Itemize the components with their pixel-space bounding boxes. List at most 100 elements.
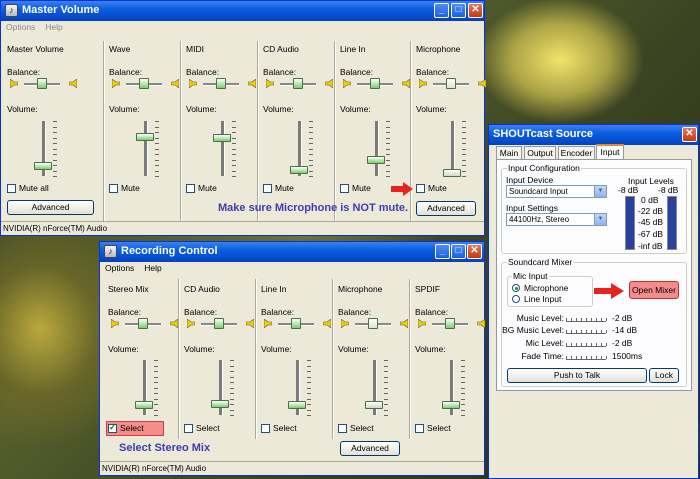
radio-line-input[interactable] [512,295,520,303]
balance-slider-master-volume[interactable] [37,78,47,89]
volume-slider-microphone[interactable] [443,169,461,177]
volume-label: Volume: [108,344,139,354]
volume-slider-line-in[interactable] [367,156,385,164]
tab-output[interactable]: Output [524,146,556,159]
speaker-right-icon [171,79,179,88]
mixer-row-slider[interactable] [566,326,607,334]
speaker-right-icon [248,79,256,88]
volume-label: Volume: [7,104,38,114]
volume-ticks [309,121,313,177]
volume-slider-midi[interactable] [213,134,231,142]
chevron-down-icon[interactable]: ▼ [594,186,606,197]
volume-slider-line-in[interactable] [288,401,306,409]
chevron-down-icon[interactable]: ▼ [594,214,606,225]
shoutcast-title-bar[interactable]: SHOUTcast Source ✕ [489,125,698,145]
column-title-microphone: Microphone [338,284,383,294]
volume-slider-wave[interactable] [136,133,154,141]
master-menubar: Options Help [1,21,484,35]
balance-label: Balance: [186,67,220,77]
close-button[interactable]: ✕ [467,244,482,259]
maximize-button[interactable]: □ [451,244,466,259]
select-checkbox-microphone[interactable] [338,424,347,433]
open-mixer-button[interactable]: Open Mixer [629,281,679,299]
mixer-row-slider[interactable] [566,314,607,322]
push-to-talk-button[interactable]: Push to Talk [507,368,647,383]
select-checkbox-spdif[interactable] [415,424,424,433]
mixer-row-slider[interactable] [566,352,607,360]
minimize-button[interactable]: _ [434,3,449,18]
speaker-right-icon [478,79,486,88]
master-title-bar[interactable]: ♪ Master Volume _ □ ✕ [1,1,484,21]
speaker-left-icon [112,79,120,88]
mute-checkbox-wave[interactable] [109,184,118,193]
balance-slider-spdif[interactable] [445,318,455,329]
scale-infdb: -inf dB [638,241,663,251]
select-checkbox-cd-audio[interactable] [184,424,193,433]
balance-label: Balance: [416,67,450,77]
recording-title-bar[interactable]: ♪ Recording Control _ □ ✕ [100,242,484,262]
microphone-advanced-button[interactable]: Advanced [416,201,476,216]
balance-slider-line-in[interactable] [370,78,380,89]
recording-advanced-button[interactable]: Advanced [340,441,400,456]
speaker-left-icon [10,79,18,88]
mute-annotation: Make sure Microphone is NOT mute. [218,202,409,214]
menu-options[interactable]: Options [100,262,139,273]
balance-slider-stereo-mix[interactable] [138,318,148,329]
tab-main[interactable]: Main [496,146,522,159]
mute-checkbox-line-in[interactable] [340,184,349,193]
balance-slider-cd-audio[interactable] [293,78,303,89]
volume-slider-master-volume[interactable] [34,162,52,170]
mute-checkbox-master-volume[interactable] [7,184,16,193]
menu-help[interactable]: Help [40,21,67,32]
volume-label: Volume: [186,104,217,114]
close-button[interactable]: ✕ [682,127,697,142]
volume-slider-spdif[interactable] [442,401,460,409]
menu-options[interactable]: Options [1,21,40,32]
soundcard-mixer-label: Soundcard Mixer [507,257,574,267]
column-title-line-in: Line In [261,284,287,294]
recording-control-window: ♪ Recording Control _ □ ✕ Options Help St… [99,241,485,476]
column-title-microphone: Microphone [416,44,461,54]
master-window-title: Master Volume [22,4,100,16]
minimize-button[interactable]: _ [435,244,450,259]
close-button[interactable]: ✕ [468,3,483,18]
tab-input[interactable]: Input [596,144,624,160]
balance-slider-wave[interactable] [139,78,149,89]
tab-encoder[interactable]: Encoder [558,146,595,159]
right-level-value: -8 dB [658,185,679,195]
master-advanced-button[interactable]: Advanced [7,200,94,215]
input-settings-select[interactable]: 44100Hz, Stereo ▼ [506,213,607,226]
mute-checkbox-microphone[interactable] [416,184,425,193]
balance-slider-cd-audio[interactable] [214,318,224,329]
volume-slider-microphone[interactable] [365,401,383,409]
volume-ticks [384,360,388,416]
radio-microphone[interactable] [512,284,520,292]
select-checkbox-stereo-mix[interactable] [108,422,117,433]
column-divider [178,279,180,439]
right-level-meter [667,196,677,250]
volume-slider-stereo-mix[interactable] [135,401,153,409]
column-title-spdif: SPDIF [415,284,441,294]
speaker-left-icon [189,79,197,88]
balance-slider-midi[interactable] [216,78,226,89]
input-configuration-label: Input Configuration [507,163,581,173]
scale-0db: 0 dB [641,195,659,205]
volume-ticks [53,121,57,177]
balance-slider-microphone[interactable] [368,318,378,329]
lock-button[interactable]: Lock [649,368,679,383]
menu-help[interactable]: Help [139,262,166,273]
balance-slider-microphone[interactable] [446,78,456,89]
volume-label: Volume: [338,344,369,354]
mixer-row-slider[interactable] [566,339,607,347]
input-device-select[interactable]: Soundcard Input ▼ [506,185,607,198]
select-checkbox-line-in[interactable] [261,424,270,433]
volume-slider-cd-audio[interactable] [290,166,308,174]
speaker-right-icon [477,319,485,328]
radio-line-input-label: Line Input [524,294,562,304]
volume-slider-cd-audio[interactable] [211,400,229,408]
maximize-button[interactable]: □ [451,3,466,18]
balance-slider-line-in[interactable] [291,318,301,329]
mute-label-wave: Mute [121,183,140,193]
mute-checkbox-cd-audio[interactable] [263,184,272,193]
mute-checkbox-midi[interactable] [186,184,195,193]
